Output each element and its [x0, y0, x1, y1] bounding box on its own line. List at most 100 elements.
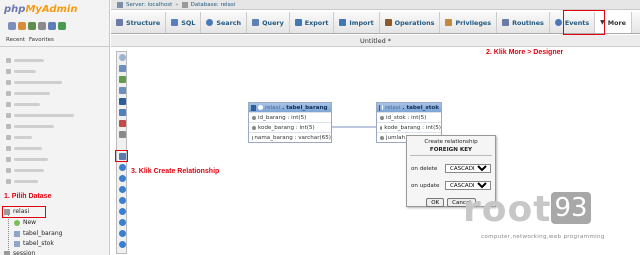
query-window-icon[interactable]: [28, 22, 36, 30]
tab-label: More: [607, 18, 627, 27]
key-icon: [380, 115, 384, 120]
breadcrumb-server[interactable]: Server: localhost: [126, 2, 172, 8]
tab-import[interactable]: Import: [334, 12, 380, 33]
table-column-row[interactable]: nama_barang : varchar(65): [249, 132, 331, 142]
snap-to-grid-icon[interactable]: [119, 208, 126, 215]
table-check-icon[interactable]: [258, 105, 263, 110]
phpmyadmin-logo[interactable]: phpMyAdmin: [4, 4, 77, 15]
designer-title: Untitled *: [111, 35, 640, 47]
key-icon: [380, 125, 383, 130]
save-page-as-icon[interactable]: [119, 109, 126, 116]
breadcrumb-database[interactable]: Database: relasi: [191, 2, 236, 8]
save-page-icon[interactable]: [119, 98, 126, 105]
table-column-row[interactable]: kode_barang : int(5): [377, 122, 441, 132]
database-icon: [6, 157, 11, 162]
database-icon: [6, 179, 11, 184]
toggle-table-icon[interactable]: [251, 104, 256, 111]
tab-query[interactable]: Query: [247, 12, 290, 33]
table-header[interactable]: relasi. tabel_stok: [377, 103, 441, 112]
small-big-icon[interactable]: [119, 219, 126, 226]
new-table-icon: [14, 219, 20, 226]
blurred-text: [14, 169, 44, 172]
home-icon[interactable]: [8, 22, 16, 30]
table-check-icon[interactable]: [382, 105, 384, 110]
choose-column-icon[interactable]: [119, 164, 126, 171]
on-delete-select[interactable]: CASCADE: [445, 164, 491, 173]
tree-item-tabel-stok[interactable]: tabel_stok: [14, 240, 54, 247]
designer-table-tabel-barang[interactable]: relasi. tabel_barang id_barang : int(5) k…: [248, 102, 332, 143]
settings-icon[interactable]: [48, 22, 56, 30]
export-schema-icon[interactable]: [119, 241, 126, 248]
database-item-blurred[interactable]: [6, 113, 74, 118]
database-icon: [6, 80, 11, 85]
database-item-blurred[interactable]: [6, 58, 44, 63]
clock-icon: [554, 19, 562, 26]
toggle-small-big-icon[interactable]: [119, 230, 126, 237]
nav-tab-recent[interactable]: Recent: [6, 37, 25, 43]
table-name-separator: .: [282, 104, 285, 111]
wrench-icon: [384, 19, 392, 26]
query-icon: [252, 19, 260, 26]
table-column-row[interactable]: kode_barang : int(5): [249, 122, 331, 132]
phpmyadmin-window: phpMyAdmin Recent Favorites relasi New t…: [0, 0, 640, 255]
save-position-icon[interactable]: [119, 65, 126, 72]
docs-icon[interactable]: [38, 22, 46, 30]
database-item-blurred[interactable]: [6, 179, 38, 184]
help-icon[interactable]: [119, 186, 126, 193]
database-item-blurred[interactable]: [6, 168, 44, 173]
breadcrumb-separator: »: [175, 1, 179, 8]
blurred-text: [14, 103, 40, 106]
new-page-icon[interactable]: [119, 76, 126, 83]
tree-database-session[interactable]: session: [4, 250, 35, 255]
database-icon: [6, 102, 11, 107]
table-icon: [14, 240, 20, 247]
blurred-text: [14, 125, 54, 128]
table-name: tabel_stok: [406, 104, 439, 111]
blurred-text: [14, 180, 38, 183]
logout-icon[interactable]: [18, 22, 26, 30]
server-icon: [117, 1, 123, 8]
reload-icon[interactable]: [58, 22, 66, 30]
watermark-number: 93: [551, 192, 591, 224]
tree-item-new[interactable]: New: [14, 219, 36, 226]
database-item-blurred[interactable]: [6, 69, 36, 74]
table-column-row[interactable]: id_barang : int(5): [249, 112, 331, 122]
column-label: jumlah: [386, 134, 406, 141]
tree-item-label: tabel_stok: [23, 240, 54, 247]
tab-sql[interactable]: SQL: [166, 12, 202, 33]
blurred-text: [14, 70, 36, 73]
tab-structure[interactable]: Structure: [111, 12, 167, 33]
reload-icon[interactable]: [119, 175, 126, 182]
database-item-blurred[interactable]: [6, 135, 32, 140]
tab-privileges[interactable]: Privileges: [440, 12, 498, 33]
table-header[interactable]: relasi. tabel_barang: [249, 103, 331, 112]
tab-operations[interactable]: Operations: [380, 12, 441, 33]
table-column-row[interactable]: id_stok : int(5): [377, 112, 441, 122]
database-item-blurred[interactable]: [6, 80, 62, 85]
tab-export[interactable]: Export: [290, 12, 335, 33]
database-item-blurred[interactable]: [6, 91, 50, 96]
database-item-blurred[interactable]: [6, 146, 42, 151]
blurred-text: [14, 158, 48, 161]
show-hide-menu-icon[interactable]: [119, 54, 126, 61]
annotation-step-3: 3. Klik Create Relationship: [131, 168, 220, 175]
database-item-blurred[interactable]: [6, 157, 48, 162]
key-icon: [252, 115, 256, 120]
database-item-blurred[interactable]: [6, 102, 40, 107]
tab-routines[interactable]: Routines: [497, 12, 550, 33]
database-icon: [6, 113, 11, 118]
create-table-icon[interactable]: [119, 131, 126, 138]
table-name: tabel_barang: [286, 104, 328, 111]
database-item-blurred[interactable]: [6, 124, 54, 129]
open-page-icon[interactable]: [119, 87, 126, 94]
toggle-table-icon[interactable]: [379, 104, 381, 111]
delete-page-icon[interactable]: [119, 120, 126, 127]
nav-tab-favorites[interactable]: Favorites: [29, 37, 54, 43]
tab-label: SQL: [181, 18, 196, 27]
tree-item-tabel-barang[interactable]: tabel_barang: [14, 230, 62, 237]
ok-button[interactable]: OK: [426, 198, 445, 207]
database-icon: [6, 69, 11, 74]
tab-search[interactable]: Search: [201, 12, 248, 33]
angular-links-icon[interactable]: [119, 197, 126, 204]
main-tabs: Structure SQL Search Query Export Import…: [111, 12, 640, 34]
